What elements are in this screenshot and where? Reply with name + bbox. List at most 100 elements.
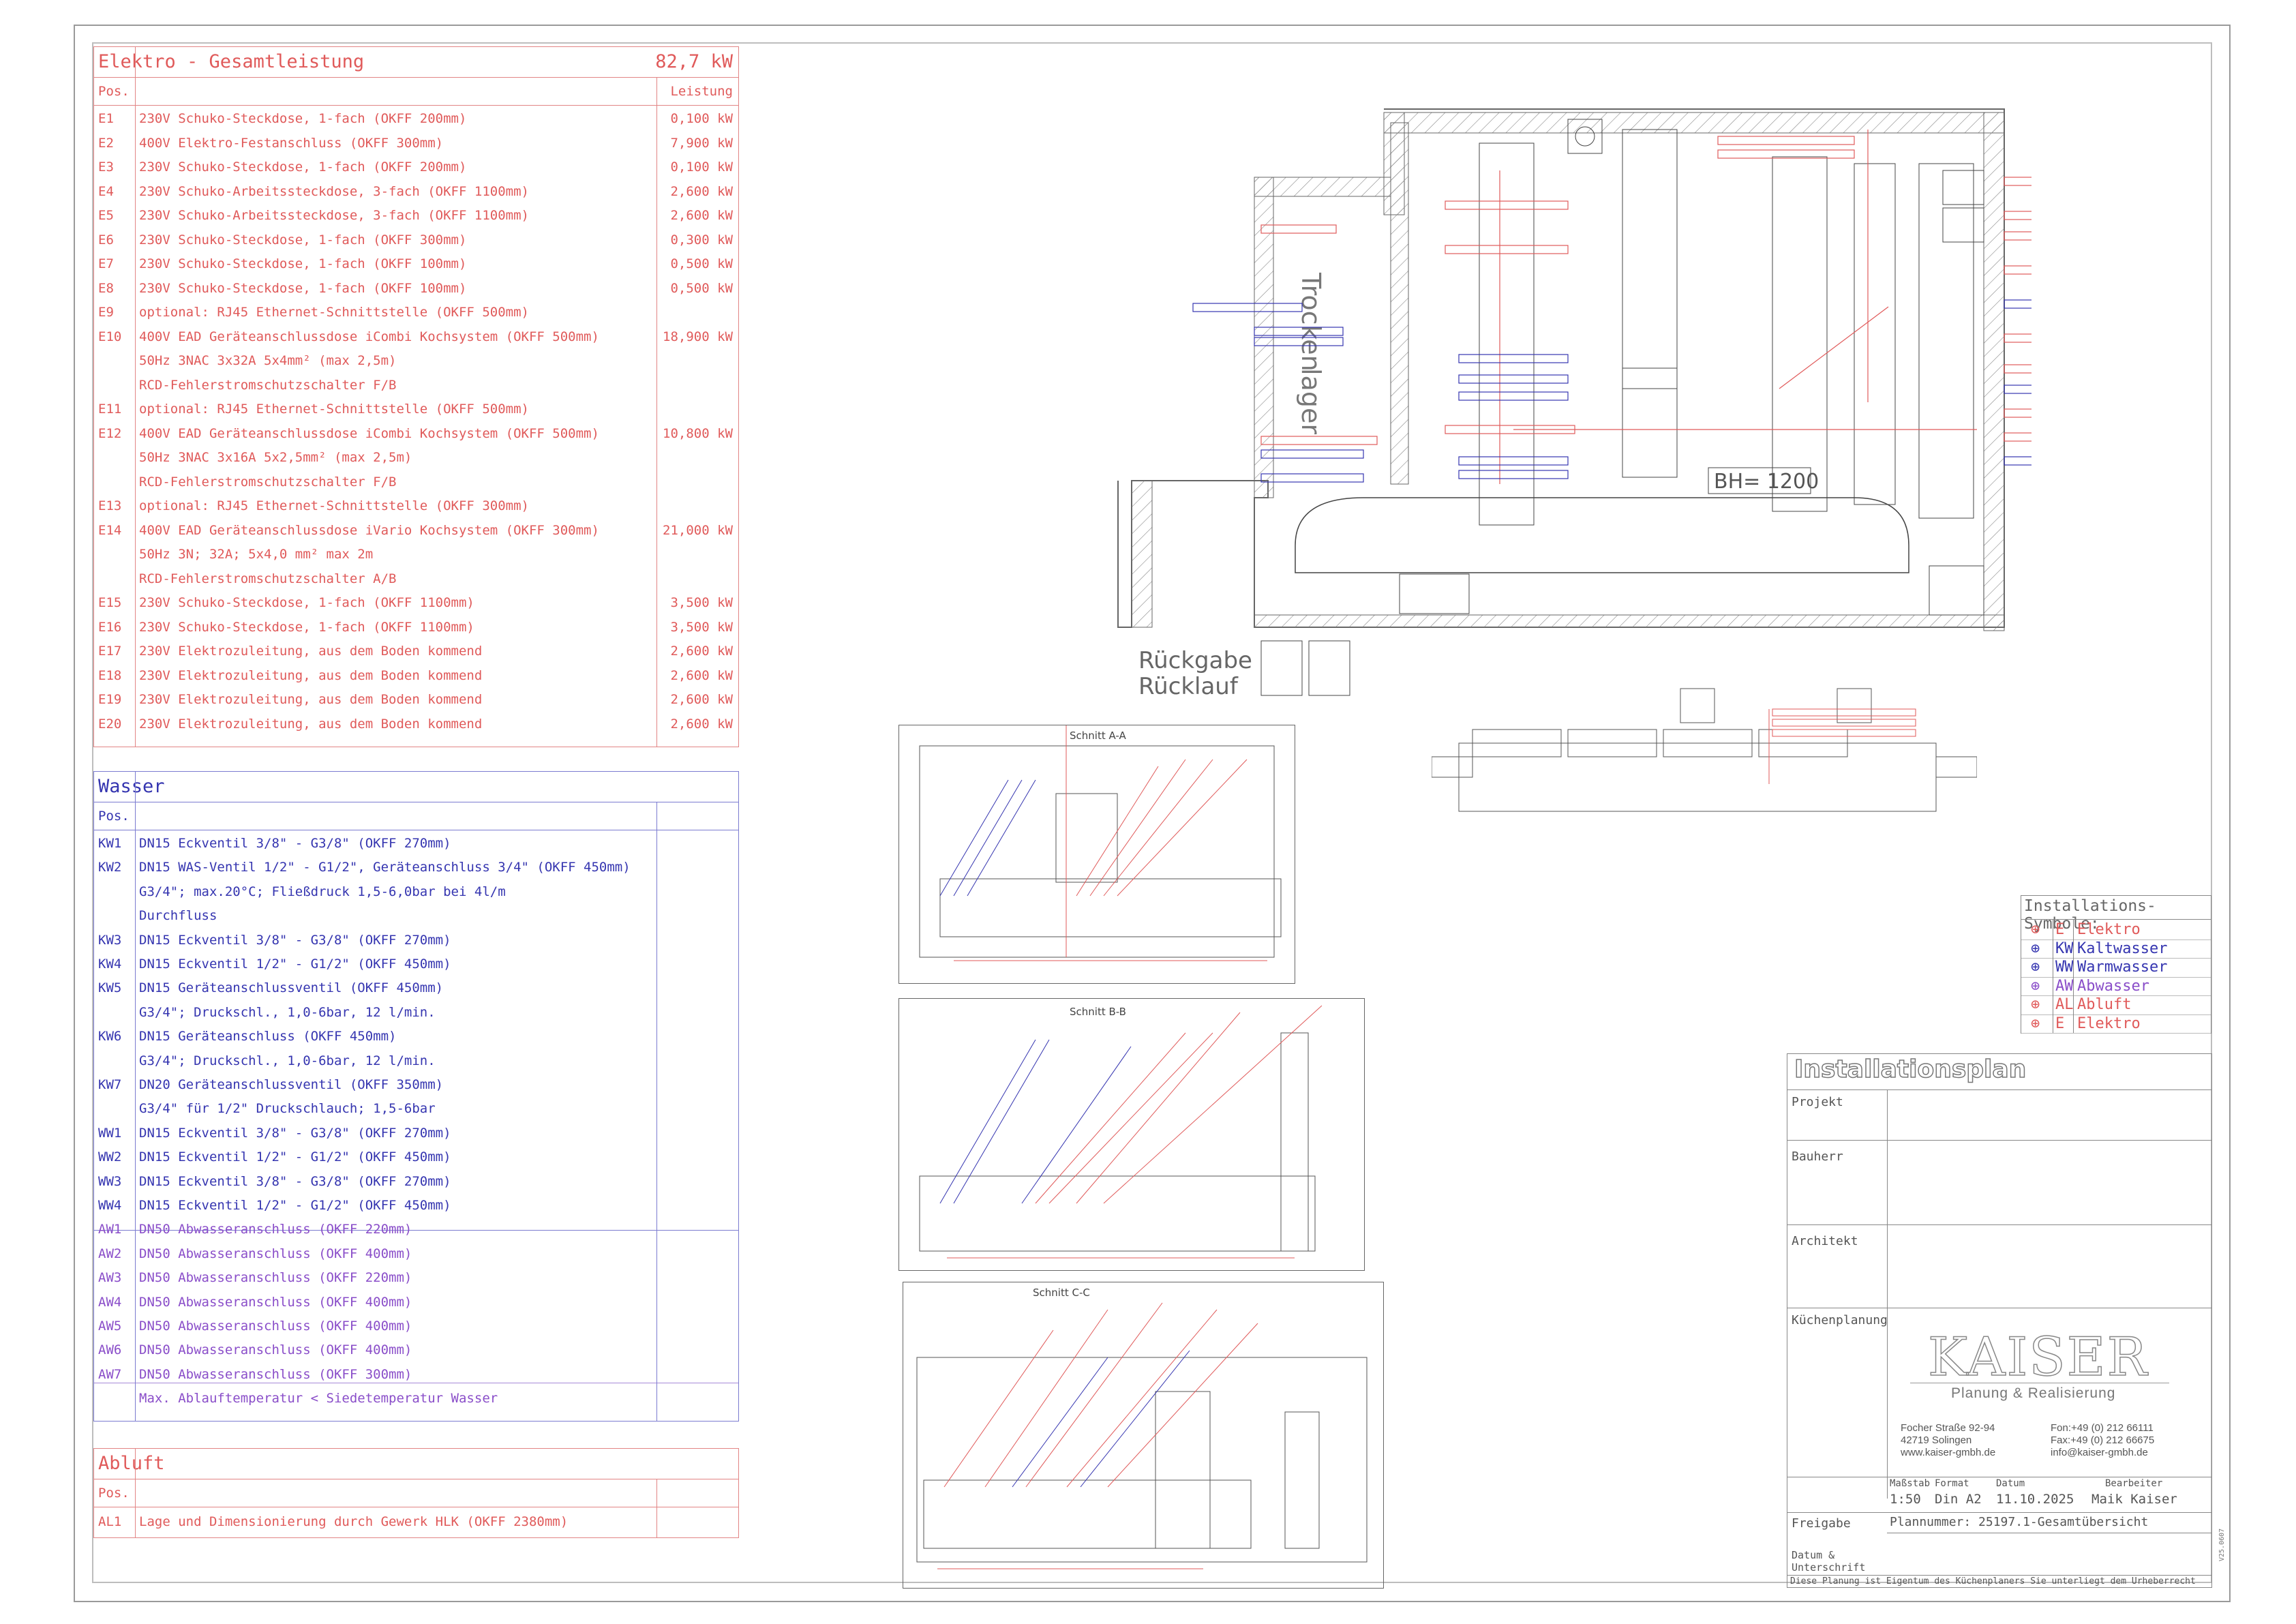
row-text: DN15 Eckventil 3/8" - G3/8" (OKFF 270mm): [139, 1125, 451, 1141]
row-text: RCD-Fehlerstromschutzschalter F/B: [139, 474, 397, 490]
elektro-title: Elektro - Gesamtleistung: [98, 51, 365, 72]
table-row: KW3 DN15 Eckventil 3/8" - G3/8" (OKFF 270…: [94, 929, 738, 952]
row-text: Durchfluss: [139, 908, 217, 924]
tb-datum-unterschrift-2: Unterschrift: [1792, 1561, 1866, 1574]
row-text: 230V Schuko-Steckdose, 1-fach (OKFF 200m…: [139, 160, 467, 175]
meta-labels: Maßstab Format Datum Bearbeiter: [1887, 1478, 2211, 1493]
row-text: optional: RJ45 Ethernet-Schnittstelle (O…: [139, 402, 529, 417]
row-power: 0,100 kW: [670, 111, 733, 126]
row-text: 400V EAD Geräteanschlussdose iCombi Koch…: [139, 329, 599, 344]
row-power: 2,600 kW: [670, 644, 733, 659]
storage-label-2: lager: [1296, 368, 1326, 434]
table-row: E20 230V Elektrozuleitung, aus dem Boden …: [94, 712, 738, 736]
serving-island: [1295, 497, 1909, 573]
bh-label: BH= 1200: [1714, 470, 1819, 494]
plannummer: Plannummer: 25197.1-Gesamtübersicht: [1890, 1515, 2149, 1529]
row-text: optional: RJ45 Ethernet-Schnittstelle (O…: [139, 498, 529, 513]
floor-plan: BH= 1200 Trocken lager Rückgabe Rücklauf: [1117, 108, 2031, 700]
table-row: E2 400V Elektro-Festanschluss (OKFF 300mm…: [94, 132, 738, 155]
row-text: 230V Schuko-Steckdose, 1-fach (OKFF 100m…: [139, 280, 467, 296]
row-text: 400V EAD Geräteanschlussdose iCombi Koch…: [139, 425, 599, 441]
symbol-code: E: [2055, 921, 2065, 938]
table-row: Durchfluss: [94, 904, 738, 928]
row-text: optional: RJ45 Ethernet-Schnittstelle (O…: [139, 305, 529, 320]
symbol-code: KW: [2055, 939, 2074, 957]
row-text: DN15 Eckventil 3/8" - G3/8" (OKFF 270mm): [139, 836, 451, 851]
row-text: DN15 Geräteanschlussventil (OKFF 450mm): [139, 980, 444, 996]
row-text: DN15 Eckventil 1/2" - G1/2" (OKFF 450mm): [139, 1149, 451, 1165]
counter-5: [1918, 163, 1974, 519]
counter-3: [1772, 156, 1828, 512]
table-row: E6 230V Schuko-Steckdose, 1-fach (OKFF 30…: [94, 228, 738, 252]
wall-left-lower: [1131, 480, 1153, 628]
row-text: DN20 Geräteanschlussventil (OKFF 350mm): [139, 1077, 444, 1092]
row-pos: E7: [98, 256, 114, 271]
row-text: G3/4"; max.20°C; Fließdruck 1,5-6,0bar b…: [139, 884, 506, 899]
crosshair-icon: ⊕: [2031, 939, 2040, 957]
abluft-row-text: Lage und Dimensionierung durch Gewerk HL…: [139, 1514, 569, 1529]
row-power: 3,500 kW: [670, 595, 733, 610]
crosshair-icon: ⊕: [2031, 1014, 2040, 1032]
row-pos: AW1: [98, 1222, 122, 1237]
tb-architekt-label: Architekt: [1792, 1234, 1858, 1248]
row-pos: KW7: [98, 1077, 122, 1092]
table-row: RCD-Fehlerstromschutzschalter F/B: [94, 374, 738, 397]
row-pos: AW6: [98, 1342, 122, 1358]
table-row: AW1 DN50 Abwasseranschluss (OKFF 220mm): [94, 1218, 738, 1242]
table-row: KW4 DN15 Eckventil 1/2" - G1/2" (OKFF 450…: [94, 952, 738, 976]
abluft-title-row: Abluft: [94, 1449, 738, 1479]
row-text: G3/4" für 1/2" Druckschlauch; 1,5-6bar: [139, 1101, 436, 1117]
wall-mid-1: [1390, 122, 1409, 485]
row-pos: WW4: [98, 1198, 122, 1213]
row-power: 2,600 kW: [670, 208, 733, 223]
row-power: 18,900 kW: [663, 329, 733, 344]
table-row: Max. Ablauftemperatur < Siedetemperatur …: [94, 1387, 738, 1411]
elektro-header-row: Pos. Leistung: [94, 80, 738, 104]
tb-projekt-label: Projekt: [1792, 1095, 1843, 1109]
symbol-row: ⊕ KW Kaltwasser: [2021, 939, 2211, 959]
row-pos: E6: [98, 232, 114, 247]
row-pos: E20: [98, 716, 122, 732]
wasser-table: Wasser Pos. KW1 DN15 Eckventil 3/8" - G3/…: [93, 771, 739, 1422]
row-pos: KW3: [98, 932, 122, 948]
row-text: RCD-Fehlerstromschutzschalter A/B: [139, 571, 397, 586]
row-text: DN15 Geräteanschluss (OKFF 450mm): [139, 1029, 397, 1044]
row-pos: WW3: [98, 1173, 122, 1189]
table-row: E16 230V Schuko-Steckdose, 1-fach (OKFF 1…: [94, 616, 738, 640]
counter-1: [1479, 142, 1535, 526]
crosshair-icon: ⊕: [2031, 996, 2040, 1013]
row-pos: WW2: [98, 1149, 122, 1165]
wasser-title-row: Wasser: [94, 772, 738, 802]
contact-fax: Fax:+49 (0) 212 66675: [2051, 1434, 2155, 1446]
row-pos: E2: [98, 135, 114, 151]
row-text: DN50 Abwasseranschluss (OKFF 400mm): [139, 1342, 412, 1358]
row-power: 10,800 kW: [663, 425, 733, 441]
tb-datum-unterschrift-1: Datum &: [1792, 1549, 1835, 1561]
row-pos: E17: [98, 644, 122, 659]
row-pos: WW1: [98, 1125, 122, 1141]
wasser-col-pos: Pos.: [98, 809, 130, 824]
row-pos: E10: [98, 329, 122, 344]
side-code: V25.0607: [2218, 1528, 2226, 1561]
value-datum: 11.10.2025: [1996, 1492, 2074, 1507]
contact-fon: Fon:+49 (0) 212 66111: [2051, 1422, 2154, 1434]
crosshair-icon: ⊕: [2031, 921, 2040, 938]
row-pos: E9: [98, 305, 114, 320]
row-text: 50Hz 3NAC 3x16A 5x2,5mm² (max 2,5m): [139, 450, 412, 465]
tb-bauherr-label: Bauherr: [1792, 1149, 1843, 1164]
row-text: G3/4"; Druckschl., 1,0-6bar, 12 l/min.: [139, 1053, 436, 1068]
wall-bottom: [1254, 614, 2005, 628]
value-massstab: 1:50: [1890, 1492, 1921, 1507]
row-pos: E19: [98, 692, 122, 707]
row-pos: E14: [98, 522, 122, 538]
table-row: AW3 DN50 Abwasseranschluss (OKFF 220mm): [94, 1266, 738, 1290]
elektro-table: Elektro - Gesamtleistung 82,7 kW Pos. Le…: [93, 46, 739, 747]
symbol-row: ⊕ WW Warmwasser: [2021, 958, 2211, 977]
table-row: RCD-Fehlerstromschutzschalter A/B: [94, 567, 738, 591]
row-pos: E5: [98, 208, 114, 223]
sink-block: [1622, 367, 1678, 478]
table-row: KW2 DN15 WAS-Ventil 1/2" - G1/2", Gerätea…: [94, 856, 738, 879]
row-pos: AW3: [98, 1270, 122, 1286]
row-pos: AW2: [98, 1246, 122, 1261]
abluft-table: Abluft Pos. AL1 Lage und Dimensionierung…: [93, 1448, 739, 1538]
